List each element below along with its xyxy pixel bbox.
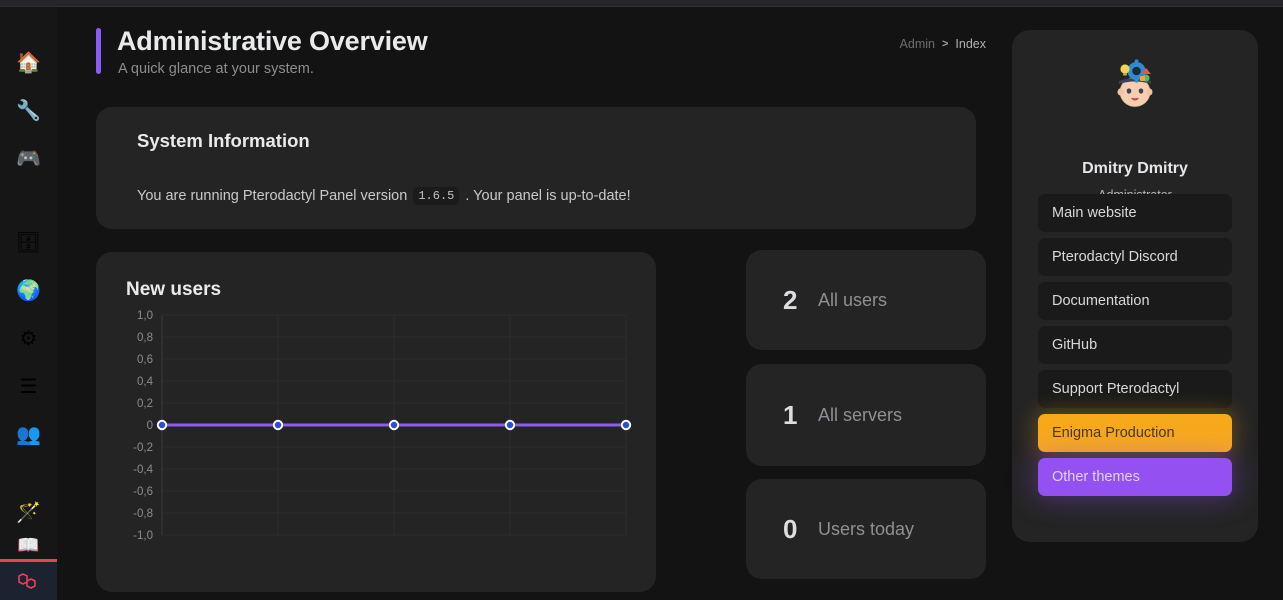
chart-ytick-label: -1,0 xyxy=(133,530,153,542)
version-badge: 1.6.5 xyxy=(413,187,460,205)
chart-ytick-label: -0,8 xyxy=(133,508,153,520)
admin-overview-page: 🏠 🔧 🎮 🗄 🌍 ⚙ ☰ 👥 🪄 📖 Administrative Overview A qui… xyxy=(0,0,1283,600)
profile-name: Dmitry Dmitry xyxy=(1082,160,1188,177)
sidebar-item-home[interactable]: 🏠 xyxy=(9,43,49,83)
avatar xyxy=(1105,52,1165,112)
browser-top-strip xyxy=(0,0,1283,7)
gamepad-icon: 🎮 xyxy=(16,148,41,170)
profile-link-github[interactable]: GitHub xyxy=(1038,326,1232,364)
laravel-debugbar[interactable] xyxy=(0,559,57,600)
books-icon: 📖 xyxy=(17,535,40,555)
sidebar-item-users[interactable]: 👥 xyxy=(9,415,49,455)
profile-link-label: Documentation xyxy=(1052,293,1150,309)
system-information-title: System Information xyxy=(137,130,310,151)
page-header: Administrative Overview A quick glance a… xyxy=(96,26,986,81)
stat-value: 0 xyxy=(783,513,798,544)
chart-ytick-label: 0,4 xyxy=(137,376,154,388)
chevron-right-icon: > xyxy=(941,38,949,50)
globe-icon: 🌍 xyxy=(16,280,41,302)
sidebar-item-settings[interactable]: 🔧 xyxy=(9,91,49,131)
chart-data-point[interactable] xyxy=(272,419,284,431)
profile-link-label: Enigma Production xyxy=(1052,425,1175,441)
sidebar-item-docs[interactable]: 📖 xyxy=(17,535,39,556)
chart-data-point[interactable] xyxy=(156,419,168,431)
chart-ytick-label: 0,6 xyxy=(137,354,153,366)
chart-data-point[interactable] xyxy=(620,419,632,431)
page-subtitle: A quick glance at your system. xyxy=(118,61,314,77)
profile-link-label: Main website xyxy=(1052,205,1137,221)
sidebar-item-databases[interactable]: 🗄 xyxy=(9,223,49,263)
stat-card-all-users[interactable]: 2 All users xyxy=(746,250,986,350)
server-list-icon: ☰ xyxy=(19,376,38,398)
chart-ytick-label: -0,6 xyxy=(133,486,153,498)
new-users-chart-card: New users 1,0 0,8 0,6 0,4 0,2 0 -0,2 -0,4 -0,6 -0… xyxy=(96,252,656,592)
sitemap-icon: ⚙ xyxy=(19,328,38,350)
system-information-card: System Information You are running Ptero… xyxy=(96,107,976,229)
magic-wand-icon: 🪄 xyxy=(16,502,41,524)
profile-link-support-pterodactyl[interactable]: Support Pterodactyl xyxy=(1038,370,1232,408)
profile-link-enigma-production[interactable]: Enigma Production xyxy=(1038,414,1232,452)
stat-card-all-servers[interactable]: 1 All servers xyxy=(746,364,986,466)
breadcrumb: Admin > Index xyxy=(900,37,986,51)
chart-title: New users xyxy=(126,279,222,300)
system-information-text: You are running Pterodactyl Panel versio… xyxy=(137,187,631,205)
version-text-after: . Your panel is up-to-date! xyxy=(465,188,631,204)
sidebar-item-themes[interactable]: 🪄 xyxy=(9,493,49,533)
profile-link-other-themes[interactable]: Other themes xyxy=(1038,458,1232,496)
profile-link-label: Support Pterodactyl xyxy=(1052,381,1180,397)
breadcrumb-current: Index xyxy=(955,37,986,51)
database-icon: 🗄 xyxy=(15,232,42,254)
chart-ytick-label: 0,8 xyxy=(137,332,153,344)
chart-ytick-label: -0,2 xyxy=(133,442,153,454)
stat-value: 1 xyxy=(783,399,798,430)
user-avatar-image xyxy=(1105,52,1165,112)
profile-link-label: Other themes xyxy=(1052,469,1140,485)
stat-value: 2 xyxy=(783,284,798,315)
wrench-icon: 🔧 xyxy=(16,100,41,122)
chart-data-point[interactable] xyxy=(388,419,400,431)
new-users-chart[interactable]: 1,0 0,8 0,6 0,4 0,2 0 -0,2 -0,4 -0,6 -0,8 -1,0 xyxy=(114,307,644,557)
profile-link-list: Main website Pterodactyl Discord Documenta… xyxy=(1038,194,1232,502)
users-icon: 👥 xyxy=(16,424,41,446)
sidebar-item-servers[interactable]: ☰ xyxy=(9,367,49,407)
header-accent-bar xyxy=(96,28,101,74)
home-icon: 🏠 xyxy=(16,52,41,74)
stat-label: All servers xyxy=(818,404,903,425)
sidebar-item-games[interactable]: 🎮 xyxy=(9,139,49,179)
profile-link-label: Pterodactyl Discord xyxy=(1052,249,1178,265)
version-text-before: You are running Pterodactyl Panel versio… xyxy=(137,188,408,204)
profile-link-main-website[interactable]: Main website xyxy=(1038,194,1232,232)
chart-svg: 1,0 0,8 0,6 0,4 0,2 0 -0,2 -0,4 -0,6 -0,8 -1,0 xyxy=(133,310,632,542)
profile-link-label: GitHub xyxy=(1052,337,1098,353)
breadcrumb-root[interactable]: Admin xyxy=(900,37,935,51)
profile-panel: Dmitry Dmitry Administrator Main website… xyxy=(1012,30,1258,542)
chart-ytick-label: 0 xyxy=(147,420,153,432)
stat-card-users-today[interactable]: 0 Users today xyxy=(746,479,986,579)
page-title: Administrative Overview xyxy=(117,26,428,56)
profile-link-pterodactyl-discord[interactable]: Pterodactyl Discord xyxy=(1038,238,1232,276)
sidebar-rail: 🏠 🔧 🎮 🗄 🌍 ⚙ ☰ 👥 🪄 📖 xyxy=(0,7,57,600)
chart-data-point[interactable] xyxy=(504,419,516,431)
profile-link-documentation[interactable]: Documentation xyxy=(1038,282,1232,320)
chart-ytick-label: 1,0 xyxy=(137,310,153,322)
chart-ytick-label: 0,2 xyxy=(137,398,153,410)
chart-ytick-label: -0,4 xyxy=(133,464,153,476)
sidebar-item-nodes[interactable]: ⚙ xyxy=(9,319,49,359)
stat-label: All users xyxy=(818,289,888,310)
sidebar-item-locations[interactable]: 🌍 xyxy=(9,271,49,311)
stat-label: Users today xyxy=(818,518,915,539)
laravel-logo-icon xyxy=(17,573,36,589)
